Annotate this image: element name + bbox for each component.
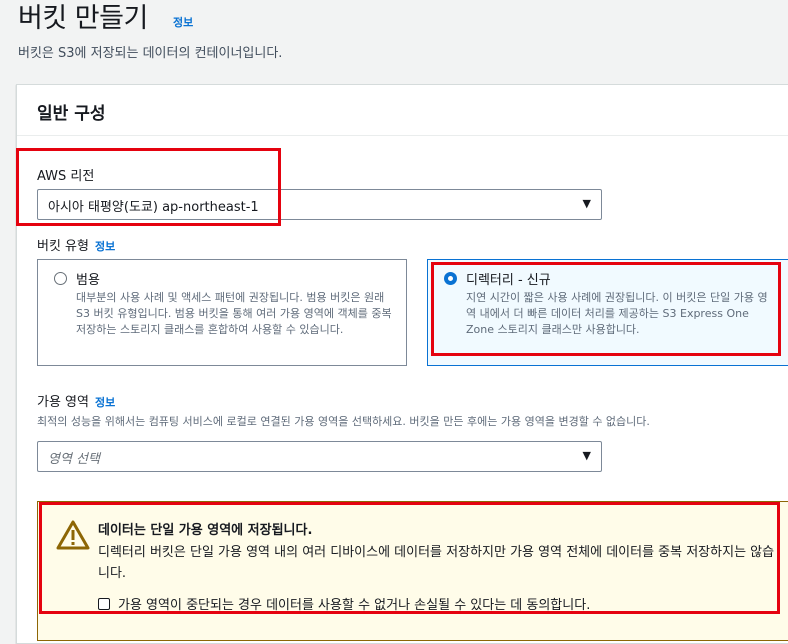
region-select-value: 아시아 태평양(도쿄) ap-northeast-1 bbox=[48, 200, 259, 215]
panel-divider bbox=[17, 135, 788, 136]
panel-title: 일반 구성 bbox=[37, 104, 106, 124]
acknowledge-checkbox-row[interactable]: 가용 영역이 중단되는 경우 데이터를 사용할 수 없거나 손실될 수 있다는 … bbox=[98, 594, 590, 613]
general-purpose-title: 범용 bbox=[76, 273, 100, 288]
acknowledge-checkbox[interactable] bbox=[98, 598, 110, 610]
bucket-type-directory-tile[interactable]: 디렉터리 - 신규 지연 시간이 짧은 사용 사례에 권장됩니다. 이 버킷은 … bbox=[427, 259, 788, 366]
directory-description: 지연 시간이 짧은 사용 사례에 권장됩니다. 이 버킷은 단일 가용 영역 내… bbox=[466, 291, 768, 336]
page-description: 버킷은 S3에 저장되는 데이터의 컨테이너입니다. bbox=[18, 46, 283, 61]
warning-icon bbox=[56, 520, 90, 550]
single-az-warning-alert: 데이터는 단일 가용 영역에 저장됩니다. 디렉터리 버킷은 단일 가용 영역 … bbox=[37, 501, 788, 641]
directory-radio[interactable] bbox=[444, 272, 457, 285]
page-title-info-link[interactable]: 정보 bbox=[173, 14, 193, 30]
caret-down-icon: ▼ bbox=[582, 449, 591, 462]
general-configuration-panel: 일반 구성 AWS 리전 아시아 태평양(도쿄) ap-northeast-1 … bbox=[16, 84, 788, 644]
availability-zone-select[interactable]: 영역 선택 ▼ bbox=[37, 441, 602, 472]
bucket-type-info-link[interactable]: 정보 bbox=[95, 240, 115, 253]
directory-title: 디렉터리 - 신규 bbox=[466, 269, 551, 288]
availability-zone-label: 가용 영역 정보 bbox=[37, 391, 115, 410]
region-select[interactable]: 아시아 태평양(도쿄) ap-northeast-1 ▼ bbox=[37, 189, 602, 220]
directory-title-text: 디렉터리 - 신규 bbox=[466, 273, 551, 288]
availability-zone-label-text: 가용 영역 bbox=[37, 395, 89, 410]
bucket-type-general-purpose-tile[interactable]: 범용 대부분의 사용 사례 및 액세스 패턴에 권장됩니다. 범용 버킷은 원래… bbox=[37, 259, 407, 366]
availability-zone-placeholder: 영역 선택 bbox=[48, 452, 100, 467]
bucket-type-label: 버킷 유형 정보 bbox=[37, 235, 115, 254]
general-purpose-description: 대부분의 사용 사례 및 액세스 패턴에 권장됩니다. 범용 버킷은 원래 S3… bbox=[76, 291, 392, 336]
page-title: 버킷 만들기 bbox=[18, 3, 148, 34]
general-purpose-radio[interactable] bbox=[54, 272, 67, 285]
availability-zone-info-link[interactable]: 정보 bbox=[95, 396, 115, 409]
acknowledge-checkbox-label: 가용 영역이 중단되는 경우 데이터를 사용할 수 없거나 손실될 수 있다는 … bbox=[118, 598, 591, 613]
warning-body: 디렉터리 버킷은 단일 가용 영역 내의 여러 디바이스에 데이터를 저장하지만… bbox=[98, 545, 775, 581]
caret-down-icon: ▼ bbox=[582, 197, 591, 210]
bucket-type-label-text: 버킷 유형 bbox=[37, 239, 89, 254]
availability-zone-description: 최적의 성능을 위해서는 컴퓨팅 서비스에 로컬로 연결된 가용 영역을 선택하… bbox=[37, 415, 650, 428]
region-label: AWS 리전 bbox=[37, 169, 95, 184]
warning-title: 데이터는 단일 가용 영역에 저장됩니다. bbox=[98, 523, 313, 538]
